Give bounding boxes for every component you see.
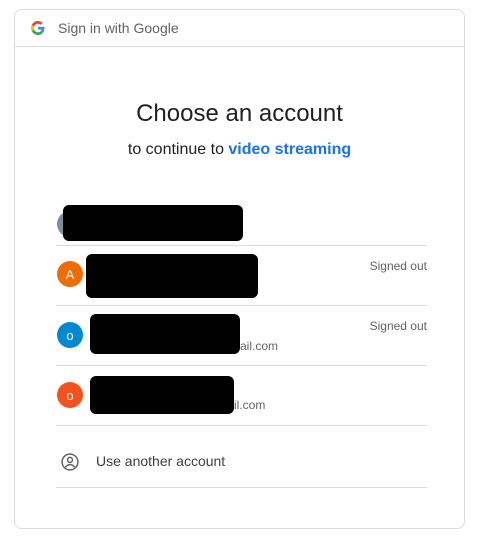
subtitle-prefix: to continue to <box>127 141 229 158</box>
redacted-info <box>90 376 234 414</box>
account-row[interactable]: o Signed out ail.com <box>56 306 427 366</box>
page-subtitle: to continue to video streaming <box>15 141 464 159</box>
account-list: A Signed out a o Signed out ail.com o il… <box>56 193 427 426</box>
account-row[interactable]: A Signed out a <box>56 246 427 306</box>
redacted-info <box>63 205 243 241</box>
card-header: Sign in with Google <box>15 10 464 47</box>
status-label: Signed out <box>369 319 427 333</box>
sign-in-card: Sign in with Google Choose an account to… <box>14 9 465 529</box>
avatar: o <box>57 322 83 348</box>
avatar: A <box>57 261 83 287</box>
account-circle-icon <box>61 453 79 471</box>
account-row[interactable]: o il.com <box>56 366 427 426</box>
email-suffix: il.com <box>234 398 266 412</box>
email-suffix: ail.com <box>240 339 279 353</box>
page-title: Choose an account <box>136 100 343 127</box>
use-another-account-label: Use another account <box>96 453 226 469</box>
avatar: o <box>57 382 83 408</box>
redacted-info <box>86 254 258 298</box>
use-another-account-button[interactable]: Use another account <box>56 438 427 488</box>
google-g-icon <box>31 21 45 35</box>
app-name-link[interactable]: video streaming <box>228 141 351 158</box>
header-title: Sign in with Google <box>58 20 179 36</box>
status-label: Signed out <box>369 259 427 273</box>
account-row[interactable] <box>56 193 427 246</box>
redacted-info <box>90 314 240 354</box>
